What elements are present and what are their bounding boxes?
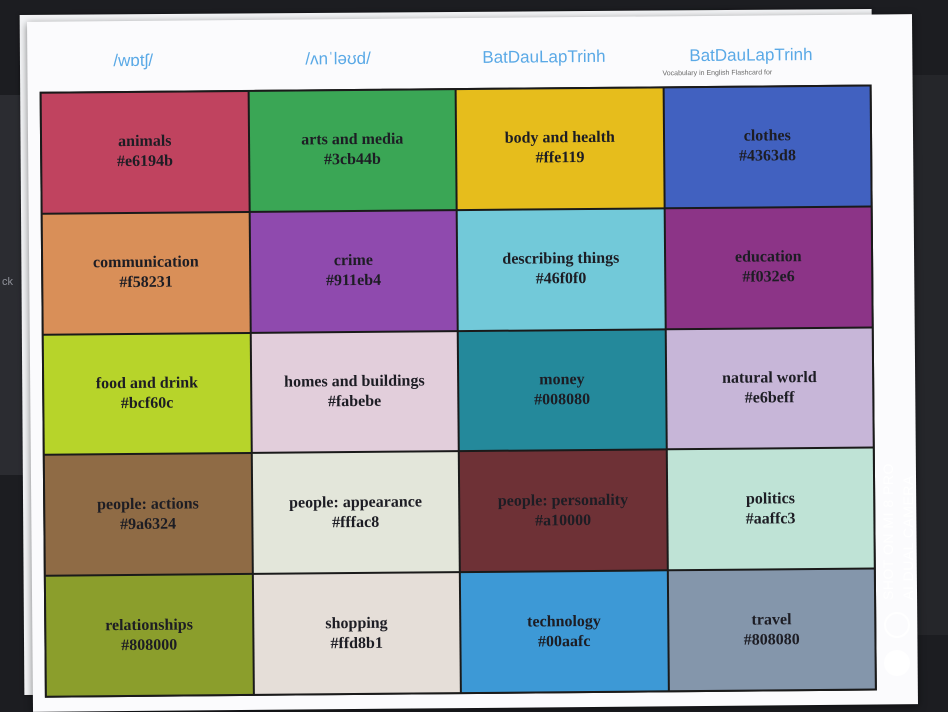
tile-hex: #ffe119 (535, 149, 585, 167)
tile-name: politics (745, 489, 795, 508)
color-tile: money #008080 (458, 329, 666, 451)
tile-hex: #9a6324 (120, 515, 177, 533)
tile-hex: #aaffc3 (745, 509, 796, 528)
keyboard-hint: ck (2, 276, 13, 288)
tile-hex: #bcf60c (120, 394, 174, 413)
color-tile: body and health #ffe119 (456, 88, 664, 209)
tile-hex: #46f0f0 (535, 270, 587, 288)
color-tile: politics #aaffc3 (667, 448, 874, 570)
tile-name: animals (118, 133, 172, 151)
header-label: BatDauLapTrinh (482, 46, 606, 67)
tile-name: technology (527, 612, 601, 631)
tile-hex: #fffac8 (332, 513, 380, 532)
tile-name: arts and media (301, 130, 404, 149)
header-label: /wɒtʃ/ (113, 50, 154, 71)
color-tile: relationships #808000 (45, 575, 253, 696)
color-tile: people: personality #a10000 (459, 450, 667, 572)
watermark-line: SHOT ON MI 8 PRO (880, 463, 896, 600)
tile-hex: #00aafc (537, 632, 591, 651)
tile-name: people: appearance (288, 493, 422, 512)
tile-name: money (539, 371, 585, 389)
color-tile: natural world #e6beff (666, 328, 873, 449)
color-tile: food and drink #bcf60c (43, 333, 251, 455)
tile-name: homes and buildings (284, 372, 425, 391)
tile-hex: #a10000 (535, 511, 592, 530)
tile-name: relationships (105, 616, 193, 634)
tile-hex: #e6194b (116, 152, 174, 171)
tile-hex: #808080 (743, 630, 800, 649)
watermark-dot-icon (884, 650, 910, 676)
color-tile: people: actions #9a6324 (44, 454, 252, 575)
watermark-ring-icon (884, 612, 910, 638)
header-small-text: Vocabulary in English Flashcard for (662, 69, 773, 78)
tile-hex: #4363d8 (738, 147, 796, 166)
color-tile: communication #f58231 (42, 212, 250, 334)
tile-hex: #f58231 (119, 273, 173, 292)
watermark-line: AI DUAL CAMERA (900, 475, 916, 600)
tile-name: crime (333, 252, 373, 270)
color-tile: people: appearance #fffac8 (252, 452, 459, 574)
color-tile: animals #e6194b (41, 91, 249, 213)
tile-name: clothes (743, 127, 791, 146)
header-label: /ʌnˈləʊd/ (305, 48, 371, 69)
tile-hex: #808000 (121, 636, 178, 654)
color-tile: clothes #4363d8 (664, 86, 871, 208)
tile-hex: #3cb44b (323, 151, 381, 169)
color-tile: shopping #ffd8b1 (253, 573, 460, 694)
tile-hex: #008080 (534, 390, 591, 409)
tile-hex: #ffd8b1 (330, 634, 383, 652)
camera-watermark: SHOT ON MI 8 PRO AI DUAL CAMERA (880, 440, 920, 600)
color-tile: travel #808080 (668, 569, 875, 691)
flashcard-grid: animals #e6194b arts and media #3cb44b body … (39, 84, 877, 698)
tile-name: food and drink (95, 374, 199, 393)
tile-name: shopping (325, 614, 388, 632)
tile-hex: #f032e6 (742, 268, 795, 286)
tile-name: travel (751, 610, 792, 629)
paper-sheet: /wɒtʃ/ /ʌnˈləʊd/ BatDauLapTrinh BatDauLa… (27, 14, 918, 712)
color-tile: education #f032e6 (665, 207, 872, 328)
tile-name: people: personality (497, 491, 629, 510)
color-tile: homes and buildings #fabebe (251, 331, 458, 453)
color-tile: technology #00aafc (460, 571, 668, 693)
tile-name: education (734, 248, 802, 266)
tile-hex: #e6beff (744, 389, 795, 407)
tile-name: natural world (721, 368, 817, 387)
tile-name: communication (92, 253, 199, 272)
header-label: BatDauLapTrinh (689, 45, 813, 66)
tile-name: body and health (504, 129, 615, 148)
tile-name: describing things (502, 249, 620, 268)
tile-hex: #911eb4 (325, 271, 382, 290)
color-tile: arts and media #3cb44b (249, 90, 456, 211)
color-tile: crime #911eb4 (250, 210, 457, 332)
color-tile: describing things #46f0f0 (457, 209, 665, 330)
sheet-header: /wɒtʃ/ /ʌnˈləʊd/ BatDauLapTrinh BatDauLa… (27, 14, 913, 92)
tile-name: people: actions (97, 495, 199, 514)
tile-hex: #fabebe (327, 392, 382, 411)
